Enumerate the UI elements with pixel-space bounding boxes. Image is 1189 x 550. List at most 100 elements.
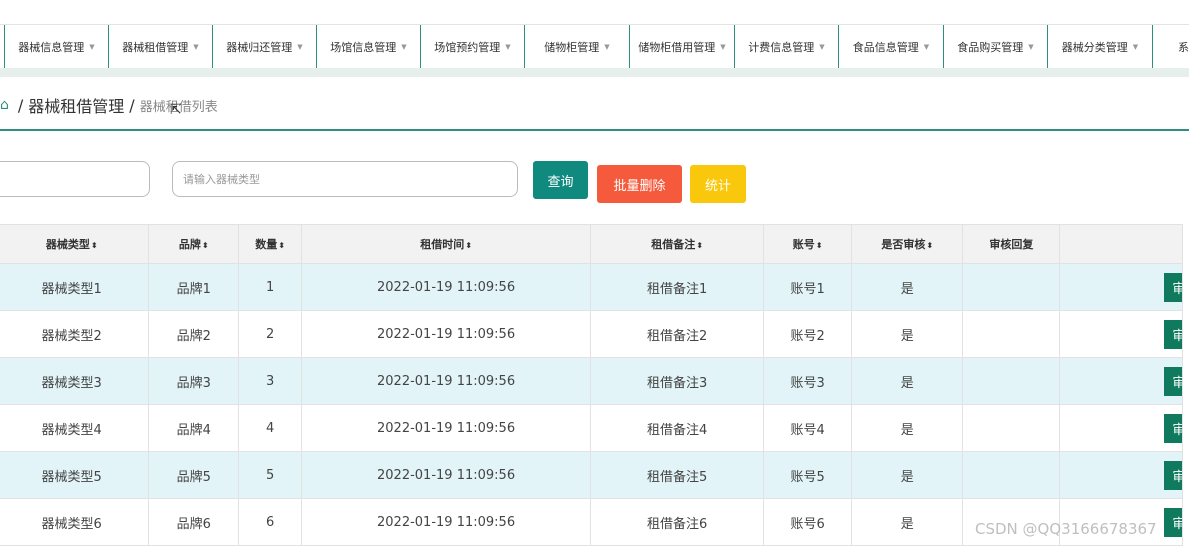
- chevron-down-icon: ▼: [89, 43, 95, 51]
- filter-input[interactable]: [0, 161, 150, 197]
- nav-label: 食品信息管理: [852, 41, 919, 54]
- cell-actions: 审: [1059, 357, 1183, 405]
- equipment-type-search-input[interactable]: [172, 161, 518, 197]
- cell-type: 器械类型6: [0, 498, 150, 546]
- nav-item-equipment-return[interactable]: 器械归还管理 ▼: [213, 25, 317, 69]
- cell-audit-reply: [962, 498, 1061, 546]
- cell-quantity: 4: [238, 404, 303, 452]
- cell-audited: 是: [851, 310, 964, 358]
- cell-quantity: 5: [238, 451, 303, 499]
- nav-item-food-purchase[interactable]: 食品购买管理 ▼: [944, 25, 1048, 69]
- nav-label: 器械分类管理: [1061, 41, 1128, 54]
- cell-type: 器械类型2: [0, 310, 150, 358]
- cell-rental-note: 租借备注5: [590, 451, 765, 499]
- cell-actions: 审: [1059, 263, 1183, 311]
- nav-item-food-info[interactable]: 食品信息管理 ▼: [839, 25, 944, 69]
- audit-button[interactable]: 审: [1164, 367, 1182, 396]
- cell-audit-reply: [962, 404, 1061, 452]
- chevron-down-icon: ▼: [720, 43, 726, 51]
- col-header-type[interactable]: 器械类型⬍: [0, 224, 150, 264]
- breadcrumb-divider: [0, 129, 1189, 131]
- col-header-audit-reply: 审核回复: [962, 224, 1061, 264]
- cell-audited: 是: [851, 451, 964, 499]
- table-row[interactable]: 器械类型6品牌662022-01-19 11:09:56租借备注6账号6是 审: [0, 498, 1183, 546]
- table-row[interactable]: 器械类型5品牌552022-01-19 11:09:56租借备注5账号5是 审: [0, 451, 1183, 499]
- chevron-down-icon: ▼: [819, 43, 825, 51]
- cell-rental-time: 2022-01-19 11:09:56: [301, 310, 592, 358]
- stats-button[interactable]: 统计: [690, 165, 746, 203]
- col-header-rental-note[interactable]: 租借备注⬍: [590, 224, 765, 264]
- chevron-down-icon: ▼: [1028, 43, 1034, 51]
- sort-icon: ⬍: [465, 241, 472, 250]
- audit-button[interactable]: 审: [1164, 508, 1182, 537]
- table-row[interactable]: 器械类型3品牌332022-01-19 11:09:56租借备注3账号3是 审: [0, 357, 1183, 405]
- nav-item-venue-booking[interactable]: 场馆预约管理 ▼: [421, 25, 525, 69]
- chevron-down-icon: ▼: [1132, 43, 1139, 51]
- cell-brand: 品牌4: [148, 404, 240, 452]
- audit-button[interactable]: 审: [1164, 320, 1182, 349]
- breadcrumb-separator: /: [129, 95, 135, 115]
- audit-button[interactable]: 审: [1164, 414, 1182, 443]
- cell-rental-time: 2022-01-19 11:09:56: [301, 357, 592, 405]
- cell-type: 器械类型1: [0, 263, 150, 311]
- nav-label: 储物柜管理: [544, 41, 600, 54]
- cell-rental-note: 租借备注3: [590, 357, 765, 405]
- cell-rental-time: 2022-01-19 11:09:56: [301, 404, 592, 452]
- cell-rental-note: 租借备注6: [590, 498, 765, 546]
- chevron-down-icon: ▼: [505, 43, 511, 51]
- table-row[interactable]: 器械类型4品牌442022-01-19 11:09:56租借备注4账号4是 审: [0, 404, 1183, 452]
- col-header-rental-time[interactable]: 租借时间⬍: [301, 224, 592, 264]
- col-header-brand[interactable]: 品牌⬍: [148, 224, 240, 264]
- col-header-account[interactable]: 账号⬍: [763, 224, 853, 264]
- sort-icon: ⬍: [815, 241, 823, 250]
- cell-actions: 审: [1059, 404, 1183, 452]
- cell-account: 账号6: [763, 498, 853, 546]
- cell-brand: 品牌3: [148, 357, 240, 405]
- chevron-down-icon: ▼: [297, 43, 303, 51]
- sort-icon: ⬍: [90, 241, 98, 250]
- nav-label: 器械租借管理: [122, 41, 189, 54]
- cell-rental-note: 租借备注1: [590, 263, 765, 311]
- audit-button[interactable]: 审: [1164, 273, 1182, 302]
- nav-label: 储物柜借用管理: [638, 41, 716, 54]
- nav-item-equipment-category[interactable]: 器械分类管理 ▼: [1048, 25, 1153, 69]
- cell-rental-note: 租借备注4: [590, 404, 765, 452]
- table-row[interactable]: 器械类型2品牌222022-01-19 11:09:56租借备注2账号2是 审: [0, 310, 1183, 358]
- table-header-row: 器械类型⬍ 品牌⬍ 数量⬍ 租借时间⬍ 租借备注⬍ 账号⬍ 是否审核⬍ 审核回复: [0, 224, 1183, 264]
- cell-type: 器械类型5: [0, 451, 150, 499]
- home-icon[interactable]: ⌂: [0, 97, 9, 113]
- nav-item-venue-info[interactable]: 场馆信息管理 ▼: [317, 25, 421, 69]
- cell-brand: 品牌5: [148, 451, 240, 499]
- nav-item-billing[interactable]: 计费信息管理 ▼: [735, 25, 839, 69]
- search-button[interactable]: 查询: [533, 161, 588, 199]
- nav-label: 器械信息管理: [18, 41, 85, 54]
- chevron-down-icon: ▼: [604, 43, 610, 51]
- nav-item-locker[interactable]: 储物柜管理 ▼: [525, 25, 630, 69]
- sort-icon: ⬍: [926, 241, 934, 250]
- nav-label: 场馆预约管理: [434, 41, 501, 54]
- nav-label: 计费信息管理: [748, 41, 815, 54]
- col-header-quantity[interactable]: 数量⬍: [238, 224, 303, 264]
- audit-button[interactable]: 审: [1164, 461, 1182, 490]
- cell-account: 账号2: [763, 310, 853, 358]
- col-header-audited[interactable]: 是否审核⬍: [851, 224, 964, 264]
- mouse-cursor-icon: ⇱: [170, 102, 182, 118]
- nav-item-equipment-info[interactable]: 器械信息管理 ▼: [5, 25, 109, 69]
- nav-item-locker-borrow[interactable]: 储物柜借用管理 ▼: [630, 25, 735, 69]
- breadcrumb: ⌂ / 器械租借管理 / 器械租借列表: [0, 92, 218, 118]
- batch-delete-button[interactable]: 批量删除: [597, 165, 682, 203]
- nav-label: 系: [1178, 41, 1189, 54]
- cell-account: 账号5: [763, 451, 853, 499]
- sort-icon: ⬍: [278, 241, 285, 250]
- breadcrumb-section[interactable]: 器械租借管理: [28, 93, 124, 117]
- cell-audited: 是: [851, 357, 964, 405]
- table-row[interactable]: 器械类型1品牌112022-01-19 11:09:56租借备注1账号1是 审: [0, 263, 1183, 311]
- cell-brand: 品牌1: [148, 263, 240, 311]
- rental-table: 器械类型⬍ 品牌⬍ 数量⬍ 租借时间⬍ 租借备注⬍ 账号⬍ 是否审核⬍ 审核回复…: [0, 224, 1183, 546]
- cell-quantity: 1: [238, 263, 303, 311]
- cell-type: 器械类型4: [0, 404, 150, 452]
- chevron-down-icon: ▼: [193, 43, 199, 51]
- nav-item-system[interactable]: 系: [1153, 25, 1189, 69]
- nav-label: 器械归还管理: [226, 41, 293, 54]
- nav-item-equipment-rental[interactable]: 器械租借管理 ▼: [109, 25, 213, 69]
